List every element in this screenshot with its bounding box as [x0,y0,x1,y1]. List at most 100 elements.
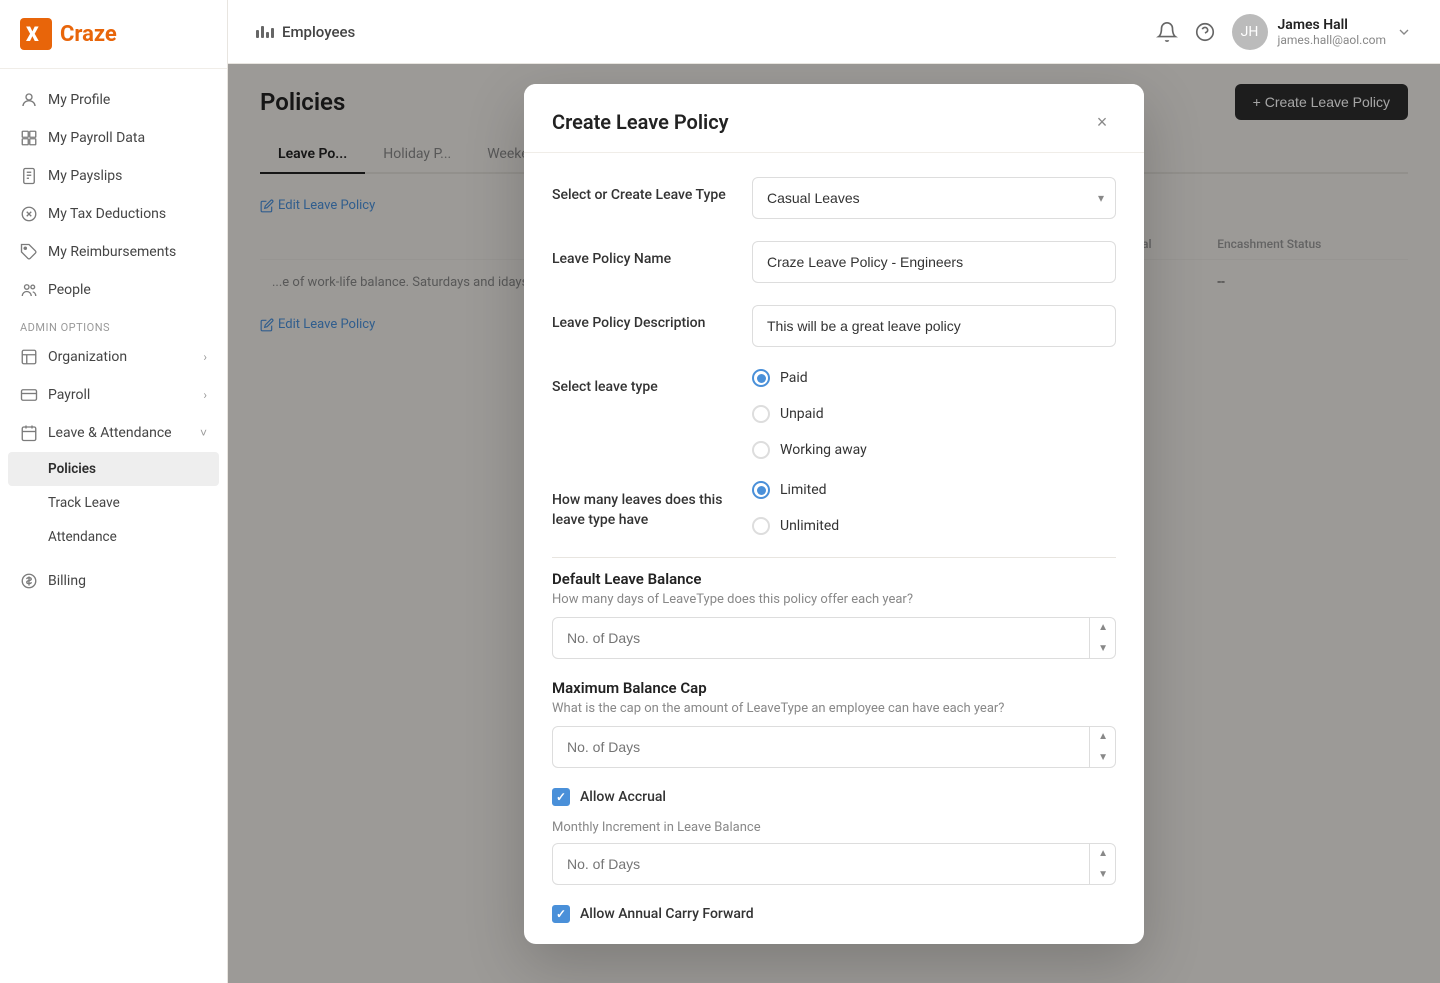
control-leaves-count: Limited Unlimited [752,481,1116,535]
radio-limited[interactable]: Limited [752,481,1116,499]
help-icon[interactable] [1194,21,1216,43]
sidebar: X Craze My Profile My Payroll Data My Pa… [0,0,228,983]
content-area: Policies + Create Leave Policy Leave Po.… [228,64,1440,983]
logo-text: Craze [60,22,117,47]
sidebar-item-payroll[interactable]: Payroll › [0,376,227,414]
max-stepper-buttons: ▲ ▼ [1089,726,1116,768]
max-stepper-up-button[interactable]: ▲ [1090,726,1116,747]
chevron-down-icon: ˅ [200,426,207,440]
modal-close-button[interactable]: × [1088,108,1116,136]
sidebar-item-my-tax-deductions[interactable]: My Tax Deductions [0,195,227,233]
allow-carry-forward-row: Allow Annual Carry Forward [552,905,1116,923]
sidebar-item-billing[interactable]: Billing [0,562,227,600]
sidebar-label-payroll: Payroll [48,387,90,403]
topbar: Employees JH James Hall james.hall@aol.c… [228,0,1440,64]
stepper-up-button[interactable]: ▲ [1090,617,1116,638]
sidebar-subitem-policies[interactable]: Policies [8,452,219,486]
stepper-buttons: ▲ ▼ [1089,617,1116,659]
sidebar-subitem-attendance[interactable]: Attendance [0,520,227,554]
radio-circle-working-away [752,441,770,459]
tag-icon [20,243,38,261]
org-icon [20,348,38,366]
monthly-increment-input[interactable] [552,843,1116,885]
radio-label-unpaid: Unpaid [780,406,824,422]
main-content: Employees JH James Hall james.hall@aol.c… [228,0,1440,983]
max-balance-label: Maximum Balance Cap [552,679,1116,697]
allow-carry-forward-label: Allow Annual Carry Forward [580,906,754,922]
control-policy-name [752,241,1116,283]
label-leaves-count: How many leaves does this leave type hav… [552,481,752,530]
radio-circle-unpaid [752,405,770,423]
sidebar-label-leave-attendance: Leave & Attendance [48,425,172,441]
sidebar-label-my-profile: My Profile [48,92,110,108]
form-row-policy-desc: Leave Policy Description [552,305,1116,347]
modal-overlay[interactable]: Create Leave Policy × Select or Create L… [228,64,1440,983]
default-balance-label: Default Leave Balance [552,570,1116,588]
sidebar-label-organization: Organization [48,349,127,365]
radio-unlimited[interactable]: Unlimited [752,517,1116,535]
topbar-section-label: Employees [256,23,355,41]
sidebar-subitem-track-leave[interactable]: Track Leave [0,486,227,520]
radio-label-paid: Paid [780,370,808,386]
logo-icon: X [20,18,52,50]
sidebar-item-organization[interactable]: Organization › [0,338,227,376]
modal-body: Select or Create Leave Type Casual Leave… [524,153,1144,944]
topbar-actions: JH James Hall james.hall@aol.com [1156,14,1413,50]
max-balance-input[interactable] [552,726,1116,768]
form-row-leaves-count: How many leaves does this leave type hav… [552,481,1116,535]
radio-paid[interactable]: Paid [752,369,1116,387]
form-row-policy-name: Leave Policy Name [552,241,1116,283]
modal-header: Create Leave Policy × [524,84,1144,153]
sidebar-item-leave-attendance[interactable]: Leave & Attendance ˅ [0,414,227,452]
stepper-down-button[interactable]: ▼ [1090,638,1116,659]
leave-type-radio-group: Paid Unpaid Working away [752,369,1116,459]
dollar-icon [20,572,38,590]
section-default-balance: Default Leave Balance How many days of L… [552,570,1116,659]
logo[interactable]: X Craze [0,0,227,69]
monthly-stepper-down-button[interactable]: ▼ [1090,864,1116,885]
sidebar-label-billing: Billing [48,573,86,589]
radio-circle-limited [752,481,770,499]
sidebar-label-my-tax-deductions: My Tax Deductions [48,206,166,222]
leave-type-select[interactable]: Casual Leaves Sick Leaves Annual Leaves … [752,177,1116,219]
person-icon [20,91,38,109]
policy-desc-input[interactable] [752,305,1116,347]
max-balance-sub: What is the cap on the amount of LeaveTy… [552,701,1116,716]
sidebar-item-my-payslips[interactable]: My Payslips [0,157,227,195]
default-balance-sub: How many days of LeaveType does this pol… [552,592,1116,607]
tax-icon [20,205,38,223]
label-leave-type: Select or Create Leave Type [552,177,752,203]
monthly-increment-sub: Monthly Increment in Leave Balance [552,820,1116,835]
label-policy-name: Leave Policy Name [552,241,752,267]
radio-unpaid[interactable]: Unpaid [752,405,1116,423]
create-leave-policy-modal: Create Leave Policy × Select or Create L… [524,84,1144,944]
max-stepper-down-button[interactable]: ▼ [1090,747,1116,768]
label-select-leave-type: Select leave type [552,369,752,395]
sidebar-item-people[interactable]: People [0,271,227,309]
monthly-stepper-up-button[interactable]: ▲ [1090,843,1116,864]
allow-accrual-checkbox[interactable] [552,788,570,806]
max-balance-stepper: ▲ ▼ [552,726,1116,768]
allow-carry-forward-checkbox[interactable] [552,905,570,923]
leave-icon [20,424,38,442]
modal-title: Create Leave Policy [552,110,729,134]
label-policy-desc: Leave Policy Description [552,305,752,331]
sidebar-item-my-reimbursements[interactable]: My Reimbursements [0,233,227,271]
sidebar-label-my-payroll-data: My Payroll Data [48,130,145,146]
svg-text:X: X [26,22,39,46]
sidebar-item-my-payroll-data[interactable]: My Payroll Data [0,119,227,157]
section-max-balance: Maximum Balance Cap What is the cap on t… [552,679,1116,768]
default-balance-input[interactable] [552,617,1116,659]
control-leave-type: Casual Leaves Sick Leaves Annual Leaves … [752,177,1116,219]
user-menu[interactable]: JH James Hall james.hall@aol.com [1232,14,1413,50]
bell-icon[interactable] [1156,21,1178,43]
radio-label-limited: Limited [780,482,827,498]
doc-icon [20,167,38,185]
sidebar-item-my-profile[interactable]: My Profile [0,81,227,119]
sidebar-label-my-reimbursements: My Reimbursements [48,244,176,260]
chevron-down-user-icon [1396,24,1412,40]
form-row-leave-type: Select or Create Leave Type Casual Leave… [552,177,1116,219]
radio-working-away[interactable]: Working away [752,441,1116,459]
policy-name-input[interactable] [752,241,1116,283]
form-row-leave-type-radio: Select leave type Paid Unpaid [552,369,1116,459]
